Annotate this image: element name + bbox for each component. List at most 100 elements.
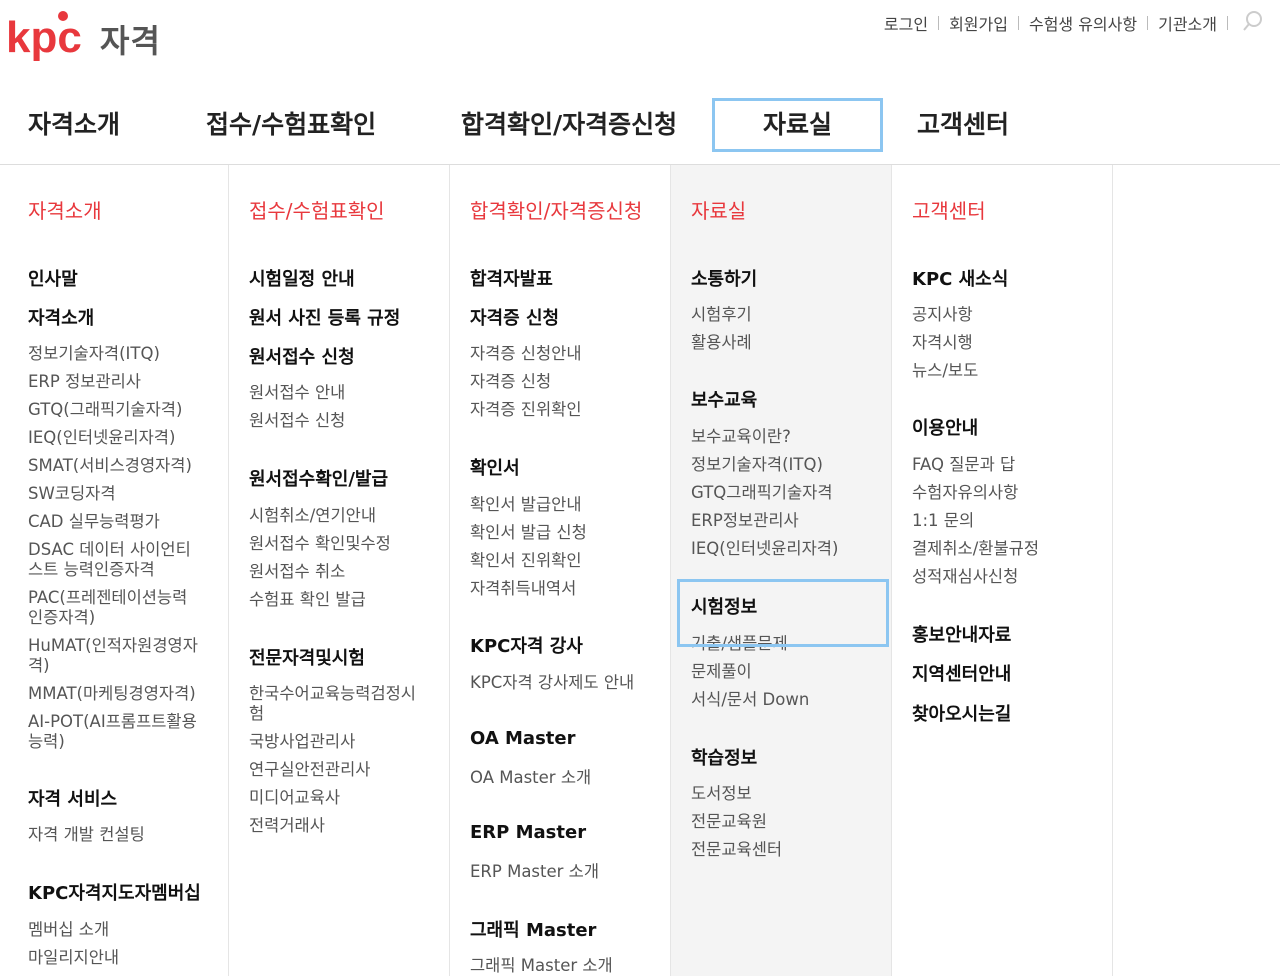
nav-customer-center[interactable]: 고객센터 (917, 98, 1009, 152)
menu-heading[interactable]: ERP Master (470, 822, 586, 843)
menu-link[interactable]: MMAT(마케팅경영자격) (28, 684, 196, 704)
menu-link[interactable]: 자격증 신청안내 (470, 344, 582, 364)
signup-link[interactable]: 회원가입 (949, 11, 1008, 35)
column-title[interactable]: 자격소개 (28, 195, 102, 224)
nav-pass-check[interactable]: 합격확인/자격증신청 (461, 98, 677, 152)
column-title[interactable]: 접수/수험표확인 (249, 195, 385, 224)
menu-link[interactable]: SW코딩자격 (28, 484, 116, 504)
menu-heading[interactable]: 지역센터안내 (912, 660, 1011, 686)
menu-link[interactable]: 전문교육센터 (691, 840, 782, 860)
menu-link[interactable]: GTQ그래픽기술자격 (691, 483, 833, 503)
menu-link[interactable]: FAQ 질문과 답 (912, 455, 1015, 475)
menu-link[interactable]: 공지사항 (912, 305, 973, 325)
menu-link[interactable]: 1:1 문의 (912, 511, 974, 531)
menu-link[interactable]: 능력) (28, 732, 65, 752)
menu-link[interactable]: 문제풀이 (691, 662, 752, 682)
menu-link[interactable]: KPC자격 강사제도 안내 (470, 673, 634, 693)
menu-heading[interactable]: 홍보안내자료 (912, 621, 1011, 647)
menu-link[interactable]: 결제취소/환불규정 (912, 539, 1039, 559)
menu-heading[interactable]: KPC자격지도자멤버십 (28, 879, 201, 905)
menu-heading[interactable]: 학습정보 (691, 744, 757, 770)
menu-link[interactable]: 자격증 진위확인 (470, 400, 582, 420)
examinee-notice-link[interactable]: 수험생 유의사항 (1029, 11, 1137, 35)
menu-link[interactable]: 국방사업관리사 (249, 732, 355, 752)
menu-link[interactable]: 정보기술자격(ITQ) (691, 455, 823, 475)
login-link[interactable]: 로그인 (884, 11, 928, 35)
menu-link[interactable]: 보수교육이란? (691, 427, 791, 447)
menu-link[interactable]: 원서접수 신청 (249, 411, 345, 431)
menu-heading[interactable]: 합격자발표 (470, 265, 553, 291)
menu-link[interactable]: 그래픽 Master 소개 (470, 956, 613, 976)
menu-link[interactable]: GTQ(그래픽기술자격) (28, 400, 182, 420)
menu-link[interactable]: 원서접수 확인및수정 (249, 534, 391, 554)
menu-link[interactable]: 스트 능력인증자격 (28, 560, 155, 580)
menu-link[interactable]: ERP정보관리사 (691, 511, 799, 531)
menu-link[interactable]: 한국수어교육능력검정시 (249, 684, 416, 704)
nav-resources[interactable]: 자료실 (712, 98, 883, 152)
menu-link[interactable]: 마일리지안내 (28, 948, 119, 968)
menu-link[interactable]: 전력거래사 (249, 816, 325, 836)
menu-link[interactable]: 확인서 발급 신청 (470, 523, 587, 543)
menu-link[interactable]: 멤버십 소개 (28, 920, 109, 940)
menu-heading[interactable]: 소통하기 (691, 265, 757, 291)
menu-heading[interactable]: KPC 새소식 (912, 265, 1008, 291)
nav-registration[interactable]: 접수/수험표확인 (206, 98, 376, 152)
search-icon[interactable] (1242, 10, 1264, 36)
menu-link[interactable]: 자격 개발 컨설팅 (28, 825, 145, 845)
menu-link[interactable]: 서식/문서 Down (691, 690, 809, 710)
menu-heading[interactable]: 원서접수 신청 (249, 343, 355, 369)
menu-link[interactable]: 정보기술자격(ITQ) (28, 344, 160, 364)
menu-link[interactable]: 험 (249, 704, 264, 724)
menu-link[interactable]: IEQ(인터넷윤리자격) (691, 539, 838, 559)
menu-heading[interactable]: KPC자격 강사 (470, 632, 583, 658)
menu-link[interactable]: OA Master 소개 (470, 768, 591, 788)
menu-link[interactable]: 수험표 확인 발급 (249, 590, 366, 610)
menu-link[interactable]: 확인서 발급안내 (470, 495, 582, 515)
menu-heading[interactable]: 자격소개 (28, 304, 94, 330)
menu-link[interactable]: 자격시행 (912, 333, 973, 353)
menu-link[interactable]: HuMAT(인적자원경영자 (28, 636, 198, 656)
column-title[interactable]: 고객센터 (912, 195, 986, 224)
nav-qualification-intro[interactable]: 자격소개 (28, 98, 120, 152)
menu-link[interactable]: 자격취득내역서 (470, 579, 576, 599)
menu-link[interactable]: 활용사례 (691, 333, 752, 353)
menu-heading[interactable]: 원서 사진 등록 규정 (249, 304, 400, 330)
menu-link[interactable]: IEQ(인터넷윤리자격) (28, 428, 175, 448)
menu-link[interactable]: 자격증 신청 (470, 372, 551, 392)
menu-link[interactable]: AI-POT(AI프롬프트활용 (28, 712, 197, 732)
menu-link[interactable]: 미디어교육사 (249, 788, 340, 808)
menu-link[interactable]: 인증자격) (28, 608, 95, 628)
institution-intro-link[interactable]: 기관소개 (1158, 11, 1217, 35)
menu-link[interactable]: PAC(프레젠테이션능력 (28, 588, 187, 608)
menu-heading[interactable]: 찾아오시는길 (912, 700, 1011, 726)
column-title[interactable]: 자료실 (691, 195, 746, 224)
menu-link[interactable]: 성적재심사신청 (912, 567, 1018, 587)
menu-heading[interactable]: 원서접수확인/발급 (249, 465, 388, 491)
menu-link[interactable]: ERP Master 소개 (470, 862, 599, 882)
menu-link[interactable]: 시험취소/연기안내 (249, 506, 376, 526)
menu-heading[interactable]: 확인서 (470, 454, 520, 480)
column-title[interactable]: 합격확인/자격증신청 (470, 195, 642, 224)
menu-link[interactable]: 연구실안전관리사 (249, 760, 370, 780)
menu-link[interactable]: 수험자유의사항 (912, 483, 1018, 503)
menu-heading[interactable]: 자격증 신청 (470, 304, 559, 330)
menu-link[interactable]: SMAT(서비스경영자격) (28, 456, 192, 476)
menu-heading[interactable]: 자격 서비스 (28, 785, 117, 811)
menu-link[interactable]: 원서접수 안내 (249, 383, 345, 403)
menu-heading[interactable]: 이용안내 (912, 414, 978, 440)
menu-heading[interactable]: 인사말 (28, 265, 78, 291)
menu-heading[interactable]: 전문자격및시험 (249, 644, 365, 670)
menu-heading[interactable]: OA Master (470, 728, 575, 749)
menu-link[interactable]: 격) (28, 656, 50, 676)
menu-link[interactable]: ERP 정보관리사 (28, 372, 141, 392)
menu-heading[interactable]: 보수교육 (691, 386, 757, 412)
menu-link[interactable]: 전문교육원 (691, 812, 767, 832)
menu-link[interactable]: 도서정보 (691, 784, 752, 804)
kpc-logo[interactable]: kpc 자격 (6, 8, 161, 70)
menu-link[interactable]: 시험후기 (691, 305, 752, 325)
menu-link[interactable]: CAD 실무능력평가 (28, 512, 160, 532)
menu-link[interactable]: 뉴스/보도 (912, 361, 978, 381)
menu-link[interactable]: 원서접수 취소 (249, 562, 345, 582)
menu-heading[interactable]: 그래픽 Master (470, 916, 596, 942)
menu-link[interactable]: 확인서 진위확인 (470, 551, 582, 571)
